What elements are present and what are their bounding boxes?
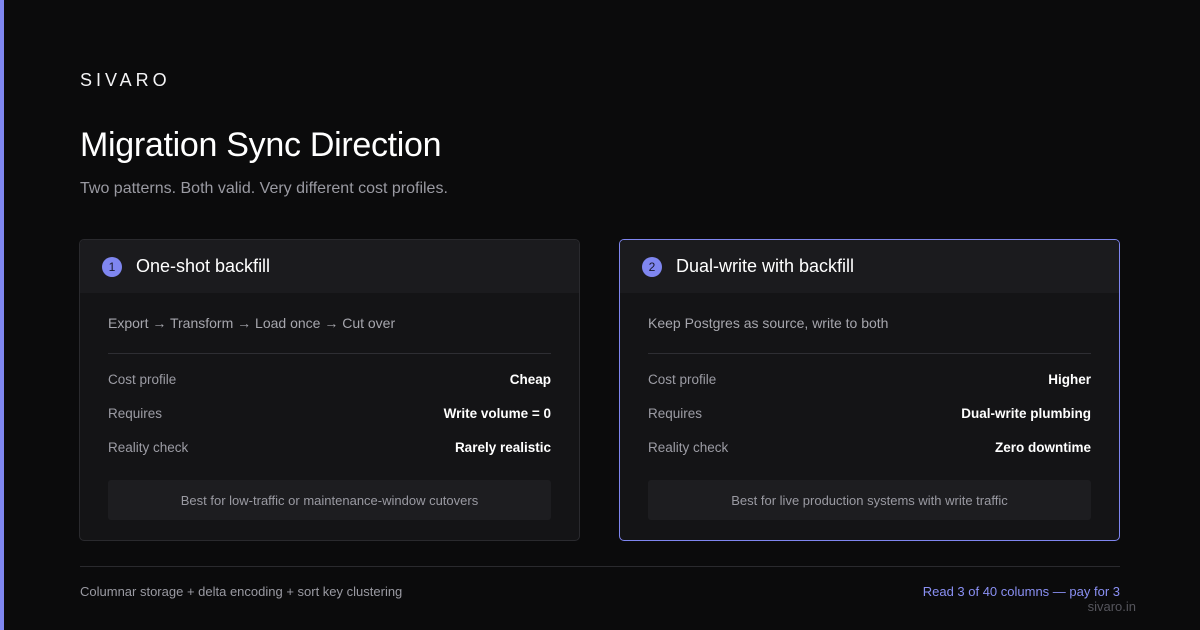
row-label: Requires bbox=[108, 405, 163, 421]
row-value: Zero downtime bbox=[994, 439, 1091, 455]
watermark: sivaro.in bbox=[1087, 599, 1136, 614]
card-title: One-shot backfill bbox=[136, 256, 271, 276]
card-title: Dual-write with backfill bbox=[676, 256, 855, 276]
row-value: Write volume = 0 bbox=[443, 405, 551, 421]
card-flow-description: Export → Transform → Load once → Cut ove… bbox=[108, 315, 396, 331]
page-subtitle: Two patterns. Both valid. Very different… bbox=[80, 180, 448, 197]
pattern-card-dual-write: 2 Dual-write with backfill Keep Postgres… bbox=[619, 239, 1120, 541]
footer-divider bbox=[80, 566, 1120, 567]
card-row-reality: Reality check Zero downtime bbox=[648, 430, 1091, 464]
card-row-requires: Requires Dual-write plumbing bbox=[648, 396, 1091, 430]
pattern-card-one-shot: 1 One-shot backfill Export → Transform →… bbox=[79, 239, 580, 541]
row-value: Dual-write plumbing bbox=[961, 405, 1091, 421]
card-row-cost: Cost profile Cheap bbox=[108, 362, 551, 396]
step-number-badge: 1 bbox=[102, 256, 122, 277]
card-note: Best for low-traffic or maintenance-wind… bbox=[108, 480, 551, 520]
row-value: Rarely realistic bbox=[454, 439, 551, 455]
row-value: Cheap bbox=[509, 371, 551, 387]
step-number-badge: 2 bbox=[642, 256, 662, 277]
card-note: Best for live production systems with wr… bbox=[648, 480, 1091, 520]
brand-logo: SIVARO bbox=[80, 70, 171, 90]
card-header: 1 One-shot backfill bbox=[80, 240, 579, 293]
footer-highlight: Read 3 of 40 columns — pay for 3 bbox=[922, 584, 1120, 599]
card-row-cost: Cost profile Higher bbox=[648, 362, 1091, 396]
row-label: Reality check bbox=[648, 439, 729, 455]
row-label: Reality check bbox=[108, 439, 189, 455]
card-row-reality: Reality check Rarely realistic bbox=[108, 430, 551, 464]
card-divider bbox=[648, 353, 1091, 354]
accent-bar bbox=[0, 0, 4, 630]
footer-caption: Columnar storage + delta encoding + sort… bbox=[80, 584, 403, 599]
card-header: 2 Dual-write with backfill bbox=[620, 240, 1119, 293]
row-label: Requires bbox=[648, 405, 703, 421]
row-label: Cost profile bbox=[648, 371, 717, 387]
card-flow-description: Keep Postgres as source, write to both bbox=[648, 315, 889, 331]
card-row-requires: Requires Write volume = 0 bbox=[108, 396, 551, 430]
card-divider bbox=[108, 353, 551, 354]
page-title: Migration Sync Direction bbox=[80, 126, 442, 164]
row-value: Higher bbox=[1048, 371, 1091, 387]
row-label: Cost profile bbox=[108, 371, 177, 387]
